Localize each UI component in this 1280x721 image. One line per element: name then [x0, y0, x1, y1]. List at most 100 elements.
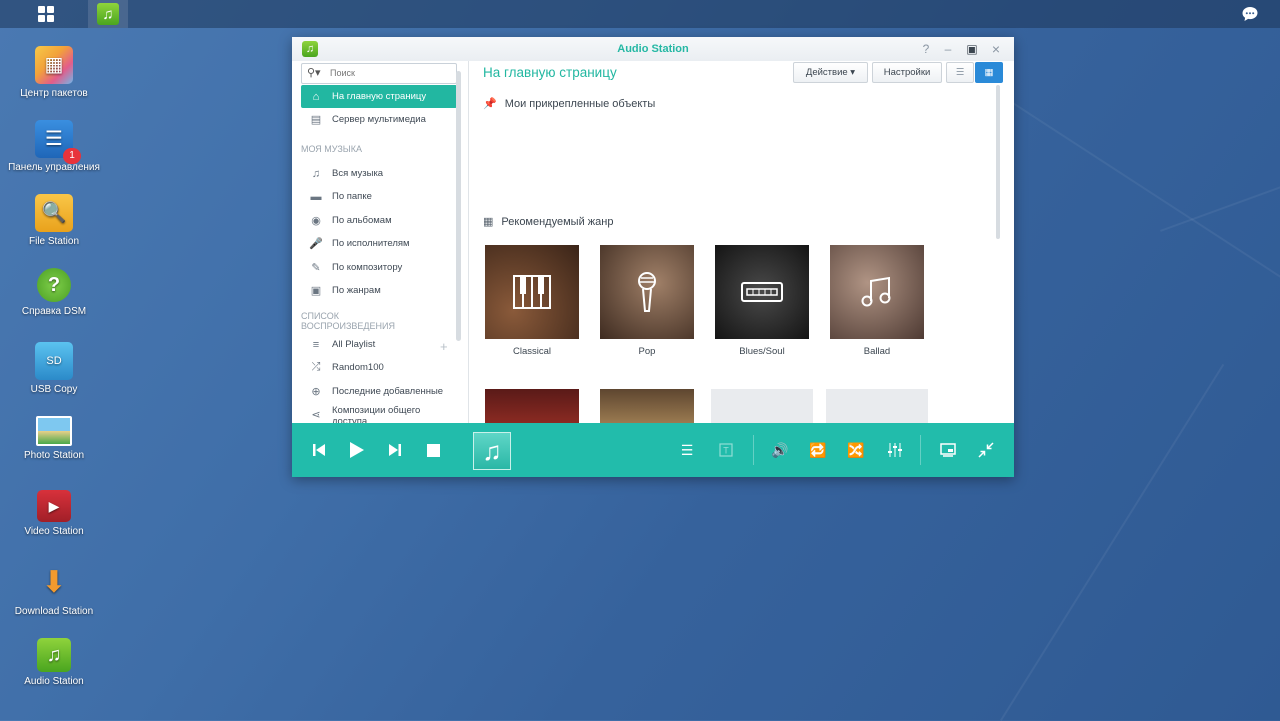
- genre-label: Ballad: [863, 346, 891, 357]
- play-button[interactable]: [344, 437, 370, 463]
- maximize-button[interactable]: ▣: [964, 41, 980, 57]
- equalizer-button[interactable]: [883, 438, 907, 462]
- desktop-icon-package-center[interactable]: ▦ Центр пакетов: [4, 46, 104, 100]
- home-icon: ⌂: [312, 90, 320, 103]
- sidebar-item-label: По альбомам: [332, 215, 392, 226]
- section-title-playlists: СПИСОК ВОСПРОИЗВЕДЕНИЯ: [301, 311, 395, 331]
- desktop-icon-usb-copy[interactable]: SD USB Copy: [4, 342, 104, 396]
- page-title: На главную страницу: [483, 65, 617, 80]
- share-icon: ⋖: [311, 409, 321, 421]
- genre-tile[interactable]: [826, 389, 928, 423]
- genre-label: Blues/Soul: [739, 346, 785, 357]
- help-button[interactable]: ?: [918, 41, 934, 57]
- search-field[interactable]: ⚲▾: [301, 63, 457, 84]
- desktop-icon-file-station[interactable]: 🔍 File Station: [4, 194, 104, 248]
- lyrics-button[interactable]: T: [714, 438, 738, 462]
- genre-tile[interactable]: [485, 389, 579, 423]
- grid-icon: ▦: [984, 67, 994, 78]
- action-dropdown-button[interactable]: Действие ▾: [793, 62, 868, 83]
- collapse-button[interactable]: [974, 438, 998, 462]
- next-button[interactable]: [382, 437, 408, 463]
- play-icon: [350, 442, 364, 458]
- settings-button[interactable]: Настройки: [872, 62, 942, 83]
- volume-button[interactable]: 🔊: [768, 438, 792, 462]
- control-panel-icon: ☰ 1: [35, 120, 81, 164]
- collapse-icon: [978, 442, 994, 458]
- notification-badge: 1: [63, 148, 81, 164]
- music-note-icon: ♫: [97, 3, 119, 25]
- video-icon: ▶: [37, 490, 71, 522]
- desktop-icon-dsm-help[interactable]: ? Справка DSM: [4, 268, 104, 318]
- list-view-button[interactable]: ☰: [946, 62, 974, 83]
- sidebar-item-label: Композиции общего доступа: [332, 405, 421, 423]
- taskbar-audio-station-button[interactable]: ♫: [88, 0, 128, 28]
- repeat-button[interactable]: 🔁: [806, 438, 830, 462]
- music-note-icon: [830, 245, 924, 339]
- album-cover[interactable]: ♫: [473, 432, 511, 470]
- microphone-icon: 🎤: [309, 238, 323, 250]
- genre-tile-pop[interactable]: [600, 245, 694, 339]
- sidebar-item-all-music[interactable]: ♫ Вся музыка: [301, 162, 457, 185]
- genre-tile[interactable]: [600, 389, 694, 423]
- harmonica-icon: [715, 245, 809, 339]
- folder-search-icon: 🔍: [35, 194, 73, 232]
- sidebar-item-label: Сервер мультимедиа: [332, 114, 426, 125]
- background-line: [1008, 100, 1280, 287]
- desktop-icon-label: Панель управления: [8, 162, 100, 173]
- shuffle-icon: ⤮: [311, 361, 321, 373]
- genre-tile-blues-soul[interactable]: [715, 245, 809, 339]
- genre-tile-classical[interactable]: [485, 245, 579, 339]
- main-scrollbar[interactable]: [996, 85, 1000, 239]
- folder-icon: ▬: [310, 190, 322, 203]
- sidebar-item-shared-songs[interactable]: ⋖ Композиции общего доступа: [301, 403, 457, 423]
- sidebar-item-recently-added[interactable]: ⊕ Последние добавленные: [301, 380, 457, 403]
- close-button[interactable]: ×: [988, 41, 1004, 57]
- usb-copy-icon: SD: [35, 342, 73, 380]
- add-circle-icon: ⊕: [311, 386, 321, 398]
- music-note-icon: ♫: [37, 638, 71, 672]
- desktop-icon-download-station[interactable]: ⬇ Download Station: [4, 564, 104, 618]
- desktop-icon-control-panel[interactable]: ☰ 1 Панель управления: [4, 120, 104, 174]
- section-title-my-music: МОЯ МУЗЫКА: [301, 144, 362, 154]
- genre-tile-ballad[interactable]: [830, 245, 924, 339]
- notifications-button[interactable]: [1236, 0, 1264, 28]
- mini-player-button[interactable]: [936, 438, 960, 462]
- sidebar-item-by-album[interactable]: ◉ По альбомам: [301, 209, 457, 232]
- previous-button[interactable]: [306, 437, 332, 463]
- desktop-icon-label: USB Copy: [30, 384, 78, 395]
- sidebar-item-random100[interactable]: ⤮ Random100: [301, 356, 457, 379]
- sidebar-item-by-artist[interactable]: 🎤 По исполнителям: [301, 232, 457, 255]
- desktop-icon-label: Video Station: [24, 526, 84, 537]
- main-menu-button[interactable]: [26, 0, 66, 28]
- equalizer-icon: [888, 443, 902, 457]
- search-input[interactable]: [330, 66, 450, 80]
- sidebar-item-all-playlist[interactable]: ≡ All Playlist: [301, 333, 457, 356]
- stop-button[interactable]: [420, 437, 446, 463]
- window-titlebar[interactable]: ♫ Audio Station ? – ▣ ×: [292, 37, 1014, 61]
- list-icon: ☰: [955, 67, 965, 78]
- sidebar-item-by-composer[interactable]: ✎ По композитору: [301, 256, 457, 279]
- sidebar-scrollbar[interactable]: [456, 71, 461, 341]
- desktop-icon-label: Audio Station: [24, 676, 84, 687]
- shuffle-button[interactable]: 🔀: [844, 438, 868, 462]
- minimize-button[interactable]: –: [940, 41, 956, 57]
- sidebar-item-home[interactable]: ⌂ На главную страницу: [301, 85, 457, 108]
- microphone-icon: [600, 245, 694, 339]
- sidebar-item-by-folder[interactable]: ▬ По папке: [301, 185, 457, 208]
- genre-tile[interactable]: [711, 389, 813, 423]
- grid-view-button[interactable]: ▦: [975, 62, 1003, 83]
- stop-icon: [426, 443, 440, 457]
- genre-title: Рекомендуемый жанр: [501, 215, 614, 228]
- chat-bubble-icon: [1242, 7, 1258, 21]
- media-server-icon: ▤: [310, 114, 322, 126]
- desktop-icon-audio-station[interactable]: ♫ Audio Station: [4, 638, 104, 688]
- help-icon: ?: [37, 268, 71, 302]
- sidebar-item-by-genre[interactable]: ▣ По жанрам: [301, 279, 457, 302]
- playlist-button[interactable]: ☰: [675, 438, 699, 462]
- genre-icon: ▣: [310, 285, 322, 297]
- piano-icon: [485, 245, 579, 339]
- desktop-icon-photo-station[interactable]: Photo Station: [4, 416, 104, 462]
- sidebar-item-media-server[interactable]: ▤ Сервер мультимедиа: [301, 108, 457, 131]
- desktop-icon-video-station[interactable]: ▶ Video Station: [4, 490, 104, 538]
- sidebar-item-label: На главную страницу: [332, 91, 427, 102]
